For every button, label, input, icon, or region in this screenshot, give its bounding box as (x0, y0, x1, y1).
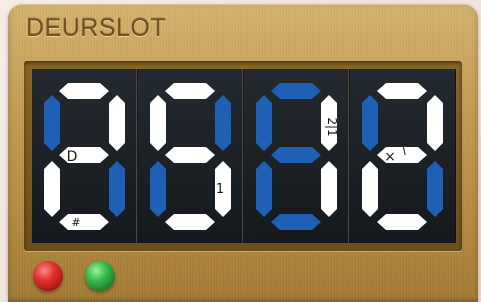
digit-2[interactable]: 1 (138, 69, 243, 243)
segment-marking: 1 (216, 182, 224, 197)
segment-tl-on[interactable] (362, 95, 378, 151)
segment-tr-off[interactable] (109, 95, 125, 151)
lock-title: DEURSLOT (26, 14, 167, 42)
segment-tl-on[interactable] (44, 95, 60, 151)
segment-br-on[interactable] (109, 161, 125, 217)
segment-bl-off[interactable] (362, 161, 378, 217)
segment-bl-off[interactable] (44, 161, 60, 217)
segment-tr-on[interactable] (215, 95, 231, 151)
segment-marking: 2|1 (325, 117, 339, 136)
digit-3[interactable]: 2|1 (244, 69, 349, 243)
digit-2-segments: 1 (150, 83, 231, 230)
segment-tl-off[interactable] (150, 95, 166, 151)
segment-top-on[interactable] (271, 83, 321, 99)
segment-top-off[interactable] (377, 83, 427, 99)
segment-tl-on[interactable] (256, 95, 272, 151)
segment-marking: D (67, 149, 78, 165)
segment-marking: # (71, 216, 80, 229)
digit-4[interactable]: × / (350, 69, 455, 243)
segment-bot-off[interactable] (59, 214, 109, 230)
digit-4-segments: × / (362, 83, 443, 230)
segment-bl-on[interactable] (150, 161, 166, 217)
digit-1-segments: D# (44, 83, 125, 230)
digit-1[interactable]: D # (32, 69, 137, 243)
segment-bot-off[interactable] (165, 214, 215, 230)
digit-3-segments: 2|1 (256, 83, 339, 230)
segment-bot-on[interactable] (271, 214, 321, 230)
segment-bot-off[interactable] (377, 214, 427, 230)
segment-mid-on[interactable] (271, 147, 321, 163)
red-indicator-light (33, 261, 63, 291)
segment-marking: × (384, 149, 396, 165)
segment-br-off[interactable] (321, 161, 337, 217)
green-indicator-light (85, 261, 115, 291)
segment-tr-off[interactable] (427, 95, 443, 151)
segment-mid-off[interactable] (165, 147, 215, 163)
segment-top-off[interactable] (165, 83, 215, 99)
segment-top-off[interactable] (59, 83, 109, 99)
segment-br-on[interactable] (427, 161, 443, 217)
segment-bl-on[interactable] (256, 161, 272, 217)
